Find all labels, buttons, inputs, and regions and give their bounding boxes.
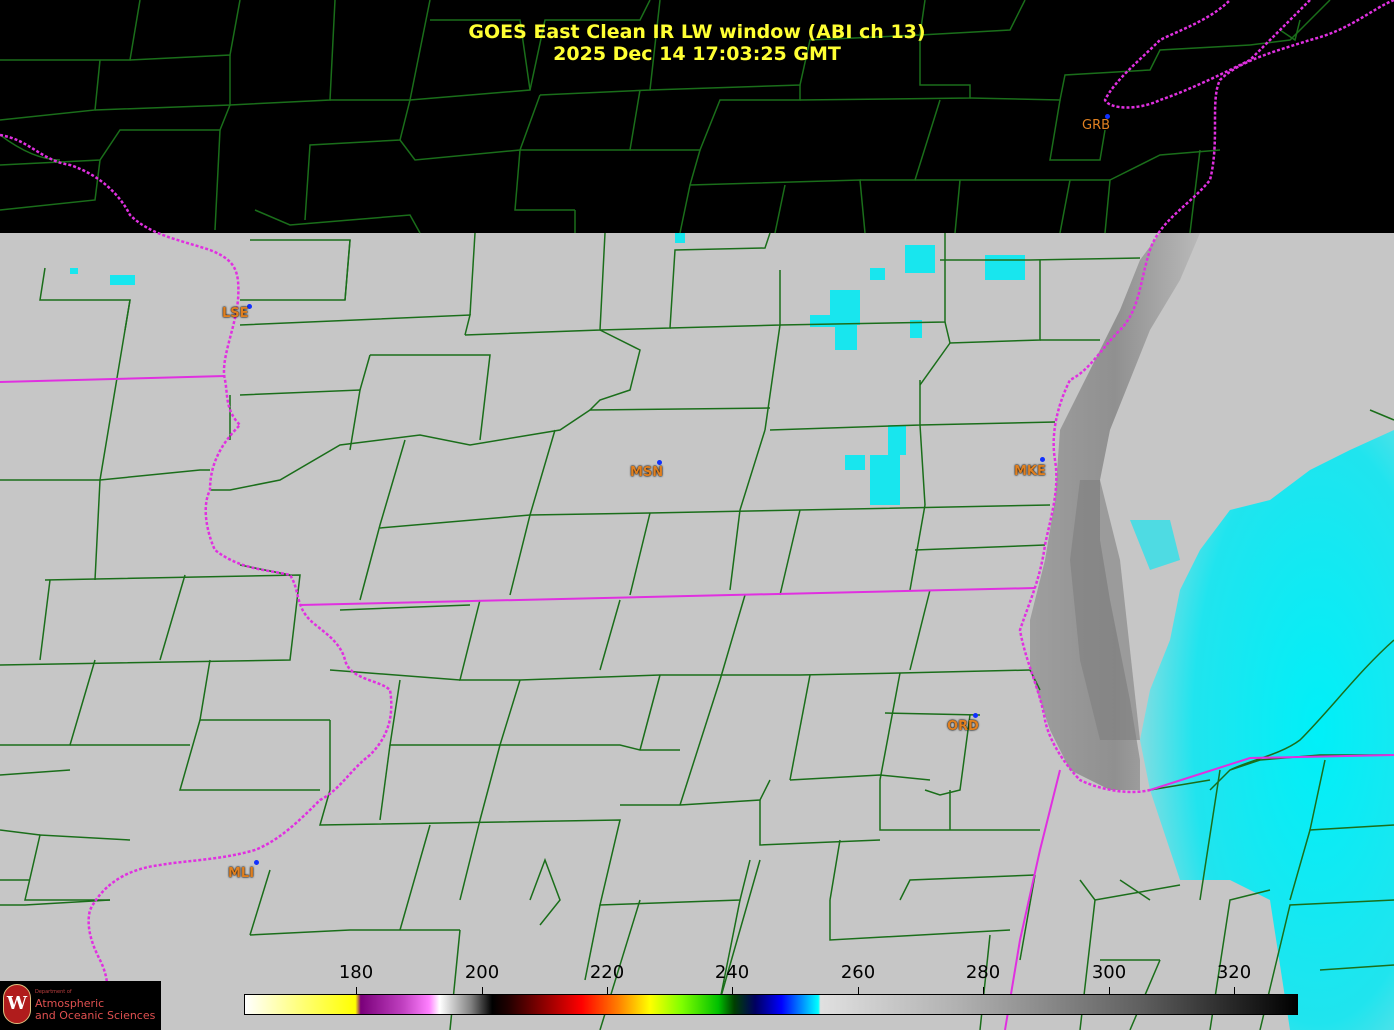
colorbar-tickmark bbox=[607, 987, 608, 994]
satellite-map bbox=[0, 0, 1394, 1030]
city-label-msn: MSN bbox=[630, 465, 664, 480]
colorbar-tickmark bbox=[1234, 987, 1235, 994]
colorbar-tick-220: 220 bbox=[589, 962, 625, 983]
city-label-ord: ORD bbox=[947, 719, 979, 734]
colorbar-tickmark bbox=[482, 987, 483, 994]
mke-marker bbox=[1040, 457, 1045, 462]
mli-marker bbox=[254, 860, 259, 865]
city-label-mke: MKE bbox=[1014, 464, 1046, 479]
colorbar-tickmark bbox=[983, 987, 984, 994]
city-label-mli: MLI bbox=[228, 866, 255, 881]
colorbar-tick-240: 240 bbox=[714, 962, 750, 983]
ord-marker bbox=[973, 713, 978, 718]
uw-crest-icon: W bbox=[3, 984, 31, 1024]
colorbar-tick-200: 200 bbox=[464, 962, 500, 983]
aos-logo: W Department of Atmospheric and Oceanic … bbox=[0, 981, 161, 1030]
colorbar-tick-260: 260 bbox=[840, 962, 876, 983]
temperature-colorbar bbox=[244, 994, 1298, 1015]
colorbar-tickmark bbox=[732, 987, 733, 994]
colorbar-tick-320: 320 bbox=[1216, 962, 1252, 983]
logo-line2: and Oceanic Sciences bbox=[35, 1009, 156, 1022]
logo-department: Department of bbox=[35, 989, 72, 995]
colorbar-tick-300: 300 bbox=[1091, 962, 1127, 983]
colorbar-tickmark bbox=[1109, 987, 1110, 994]
map-title: GOES East Clean IR LW window (ABI ch 13) bbox=[468, 21, 926, 43]
map-timestamp: 2025 Dec 14 17:03:25 GMT bbox=[553, 43, 841, 65]
city-label-lse: LSE bbox=[222, 306, 249, 321]
colorbar-tick-180: 180 bbox=[338, 962, 374, 983]
colorbar-tickmark bbox=[858, 987, 859, 994]
colorbar-tickmark bbox=[356, 987, 357, 994]
colorbar-tick-280: 280 bbox=[965, 962, 1001, 983]
city-label-grb: GRB bbox=[1082, 118, 1111, 133]
